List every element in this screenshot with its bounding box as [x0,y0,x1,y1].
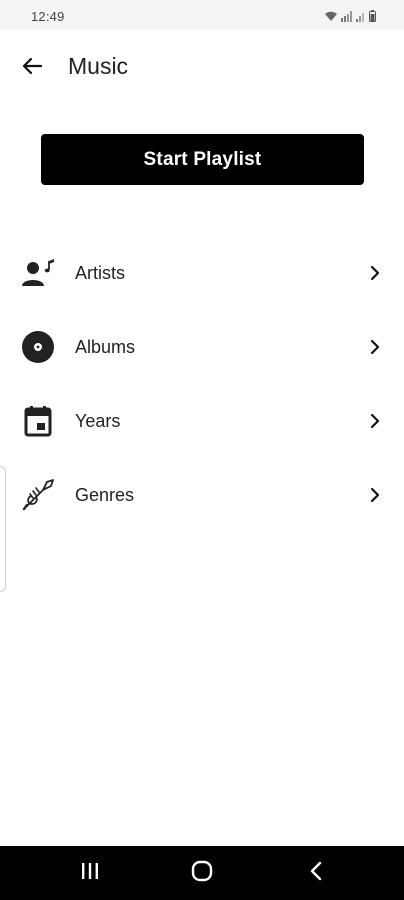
menu-item-genres[interactable]: Genres [0,458,404,532]
menu-list: Artists Albums Years Genres [0,236,404,532]
home-button[interactable] [188,860,216,886]
music-screen: 12:49 Music Start Playlist Artists Album… [0,0,404,900]
calendar-icon [20,403,56,439]
app-bar: Music [0,30,404,106]
menu-item-albums[interactable]: Albums [0,310,404,384]
signal-icon [341,10,353,22]
start-playlist-button[interactable]: Start Playlist [41,134,364,185]
battery-icon [369,10,376,22]
menu-item-artists[interactable]: Artists [0,236,404,310]
artist-icon [20,255,56,291]
edge-panel-handle[interactable] [0,466,6,592]
trumpet-icon [20,477,56,513]
status-bar: 12:49 [0,0,404,30]
chevron-right-icon [368,412,382,430]
status-icons [324,10,376,22]
wifi-icon [324,11,338,22]
chevron-right-icon [368,264,382,282]
system-back-button[interactable] [302,860,330,886]
signal-secondary-icon [356,11,366,22]
menu-item-label: Genres [75,485,135,505]
arrow-left-icon [21,57,43,80]
back-chevron-icon [308,860,324,887]
menu-item-label: Years [75,411,121,431]
chevron-right-icon [368,338,382,356]
menu-item-label: Artists [75,263,126,283]
menu-item-years[interactable]: Years [0,384,404,458]
home-icon [190,859,214,888]
chevron-right-icon [368,486,382,504]
page-title: Music [68,53,129,79]
recents-icon [79,862,101,885]
back-button[interactable] [14,50,50,86]
menu-item-label: Albums [75,337,136,357]
navigation-bar [0,846,404,900]
album-disc-icon [20,329,56,365]
recents-button[interactable] [76,860,104,886]
status-time: 12:49 [31,9,65,24]
